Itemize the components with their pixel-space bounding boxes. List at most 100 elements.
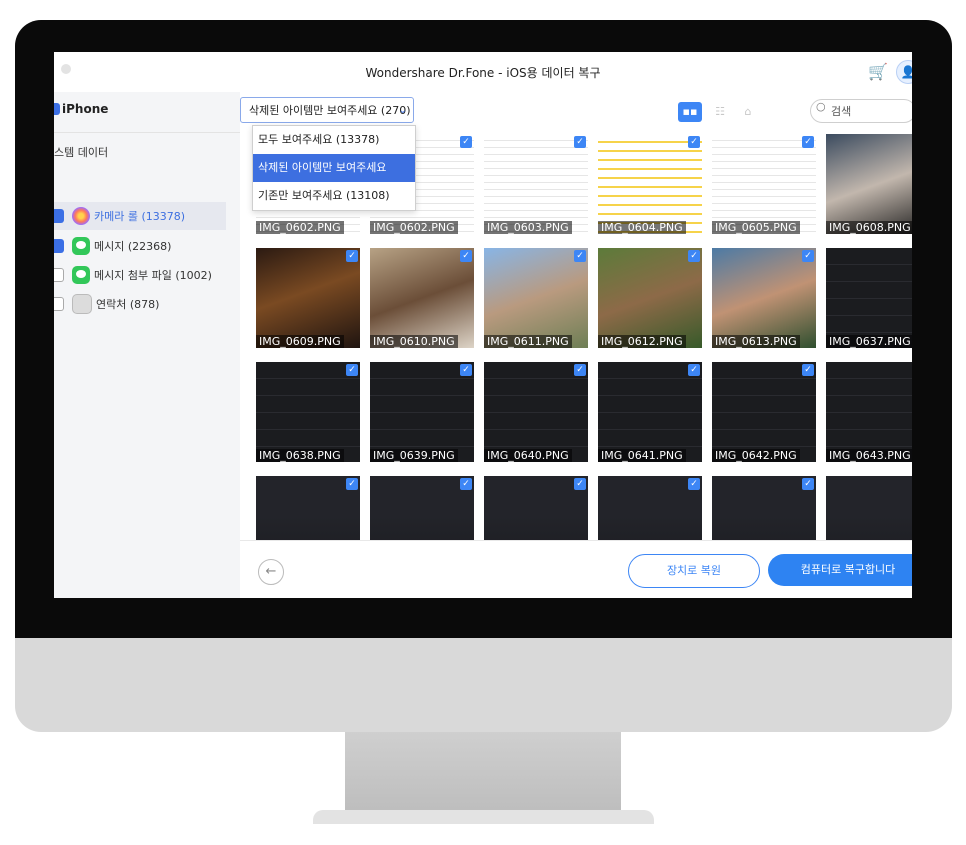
checkbox[interactable]: [54, 209, 64, 223]
thumbnail[interactable]: ✓: [710, 476, 816, 540]
list-view-icon[interactable]: ☷: [708, 102, 732, 122]
checkbox-checked-icon[interactable]: ✓: [460, 364, 472, 376]
filter-dropdown[interactable]: 삭제된 아이템만 보여주세요 (270) ⌄: [240, 97, 414, 123]
device-label: iPhone: [62, 102, 109, 116]
checkbox-checked-icon[interactable]: ✓: [688, 478, 700, 490]
thumbnail-image: ✓ IMG_0603.PNG: [484, 134, 588, 234]
thumbnail-image: ✓: [370, 476, 474, 540]
monitor-base: [313, 810, 654, 824]
sidebar-item-camera-roll[interactable]: 카메라 롤 (13378): [54, 202, 226, 230]
checkbox-checked-icon[interactable]: ✓: [802, 478, 814, 490]
checkbox-checked-icon[interactable]: ✓: [574, 250, 586, 262]
checkbox[interactable]: [54, 268, 64, 282]
thumbnail[interactable]: ✓ IMG_0641.PNG: [596, 362, 702, 464]
checkbox-checked-icon[interactable]: ✓: [688, 250, 700, 262]
checkbox-checked-icon[interactable]: ✓: [460, 136, 472, 148]
thumbnail[interactable]: ✓ IMG_0639.PNG: [368, 362, 474, 464]
thumbnail-image: ✓ IMG_0639.PNG: [370, 362, 474, 462]
contacts-icon: [72, 294, 92, 314]
thumbnail[interactable]: ✓ IMG_0605.PNG: [710, 134, 816, 236]
thumbnail[interactable]: ✓ IMG_0611.PNG: [482, 248, 588, 350]
thumbnail[interactable]: ✓ IMG_0638.PNG: [254, 362, 360, 464]
back-button[interactable]: ←: [258, 559, 284, 585]
checkbox-checked-icon[interactable]: ✓: [802, 136, 814, 148]
thumbnail-label: IMG_0637.PNG: [826, 335, 912, 348]
thumbnail-label: IMG_0602.PNG: [256, 221, 344, 234]
thumbnail[interactable]: ✓: [824, 476, 912, 540]
title-bar: Wondershare Dr.Fone - iOS용 데이터 복구 🛒 👤: [54, 52, 912, 93]
checkbox[interactable]: [54, 297, 64, 311]
window-title: Wondershare Dr.Fone - iOS용 데이터 복구: [365, 66, 601, 80]
thumbnail[interactable]: ✓: [482, 476, 588, 540]
restore-to-device-button[interactable]: 장치로 복원: [628, 554, 760, 588]
checkbox-checked-icon[interactable]: ✓: [574, 364, 586, 376]
thumbnail-image: ✓: [484, 476, 588, 540]
thumbnail-image: ✓IMG_0608.PNG: [826, 134, 912, 234]
checkbox-checked-icon[interactable]: ✓: [574, 136, 586, 148]
sidebar-item-label: 메시지 (22368): [94, 240, 172, 253]
thumbnail-label: IMG_0639.PNG: [370, 449, 458, 462]
monitor-stand: [345, 732, 621, 814]
thumbnail[interactable]: ✓ IMG_0612.PNG: [596, 248, 702, 350]
checkbox-checked-icon[interactable]: ✓: [460, 478, 472, 490]
thumbnail-image: ✓ IMG_0612.PNG: [598, 248, 702, 348]
sidebar-item-messages[interactable]: 메시지 (22368): [54, 232, 226, 260]
thumbnail-label: IMG_0643.PNG: [826, 449, 912, 462]
thumbnail[interactable]: ✓: [254, 476, 360, 540]
thumbnail-label: IMG_0640.PNG: [484, 449, 572, 462]
thumbnail[interactable]: ✓IMG_0643.PNG: [824, 362, 912, 464]
thumbnail[interactable]: ✓ IMG_0609.PNG: [254, 248, 360, 350]
checkbox-checked-icon[interactable]: ✓: [346, 478, 358, 490]
thumbnail[interactable]: ✓ IMG_0603.PNG: [482, 134, 588, 236]
checkbox-checked-icon[interactable]: ✓: [802, 250, 814, 262]
thumbnail-label: IMG_0602.PNG: [370, 221, 458, 234]
thumbnail[interactable]: ✓IMG_0637.PNG: [824, 248, 912, 350]
app-window: Wondershare Dr.Fone - iOS용 데이터 복구 🛒 👤 iP…: [54, 52, 912, 598]
thumbnail-label: IMG_0604.PNG: [598, 221, 686, 234]
filter-option-all[interactable]: 모두 보여주세요 (13378): [253, 126, 415, 154]
thumbnail-image: ✓ IMG_0605.PNG: [712, 134, 816, 234]
checkbox-checked-icon[interactable]: ✓: [346, 250, 358, 262]
thumbnail-label: IMG_0642.PNG: [712, 449, 800, 462]
thumbnail[interactable]: ✓ IMG_0640.PNG: [482, 362, 588, 464]
grid-view-icon[interactable]: ▪▪: [678, 102, 702, 122]
thumbnail-image: ✓: [826, 476, 912, 540]
thumbnail[interactable]: ✓IMG_0608.PNG: [824, 134, 912, 236]
sidebar-divider: [54, 132, 240, 133]
checkbox-checked-icon[interactable]: ✓: [688, 136, 700, 148]
folder-view-icon[interactable]: ⌂: [736, 102, 760, 122]
thumbnail-label: IMG_0638.PNG: [256, 449, 344, 462]
thumbnail[interactable]: ✓: [596, 476, 702, 540]
sidebar-item-contacts[interactable]: 연락처 (878): [54, 290, 226, 318]
thumbnail[interactable]: ✓ IMG_0604.PNG: [596, 134, 702, 236]
checkbox[interactable]: [54, 239, 64, 253]
checkbox-checked-icon[interactable]: ✓: [346, 364, 358, 376]
checkbox-checked-icon[interactable]: ✓: [460, 250, 472, 262]
sidebar-item-label: 연락처 (878): [96, 298, 160, 311]
thumbnail[interactable]: ✓ IMG_0613.PNG: [710, 248, 816, 350]
restore-to-computer-button[interactable]: 컴퓨터로 복구합니다: [768, 554, 912, 586]
thumbnail-image: ✓ IMG_0611.PNG: [484, 248, 588, 348]
chevron-down-icon: ⌄: [398, 105, 407, 116]
thumbnail[interactable]: ✓: [368, 476, 474, 540]
thumbnail-image: ✓ IMG_0609.PNG: [256, 248, 360, 348]
filter-option-existing[interactable]: 기존만 보여주세요 (13108): [253, 182, 415, 210]
thumbnail-label: IMG_0608.PNG: [826, 221, 912, 234]
checkbox-checked-icon[interactable]: ✓: [688, 364, 700, 376]
thumbnail-label: IMG_0611.PNG: [484, 335, 572, 348]
thumbnail[interactable]: ✓ IMG_0610.PNG: [368, 248, 474, 350]
checkbox-checked-icon[interactable]: ✓: [574, 478, 586, 490]
sidebar-item-label: 메시지 첨부 파일 (1002): [94, 269, 212, 282]
thumbnail-label: IMG_0605.PNG: [712, 221, 800, 234]
sidebar-item-attachments[interactable]: 메시지 첨부 파일 (1002): [54, 261, 226, 289]
device-marker: [54, 103, 60, 115]
thumbnail-image: ✓ IMG_0613.PNG: [712, 248, 816, 348]
thumbnail[interactable]: ✓ IMG_0642.PNG: [710, 362, 816, 464]
thumbnail-label: IMG_0610.PNG: [370, 335, 458, 348]
thumbnail-image: ✓ IMG_0642.PNG: [712, 362, 816, 462]
cart-icon[interactable]: 🛒: [868, 62, 888, 81]
thumbnail-label: IMG_0609.PNG: [256, 335, 344, 348]
filter-option-deleted[interactable]: 삭제된 아이템만 보여주세요 (270): [253, 154, 415, 202]
checkbox-checked-icon[interactable]: ✓: [802, 364, 814, 376]
thumbnail-image: ✓: [598, 476, 702, 540]
